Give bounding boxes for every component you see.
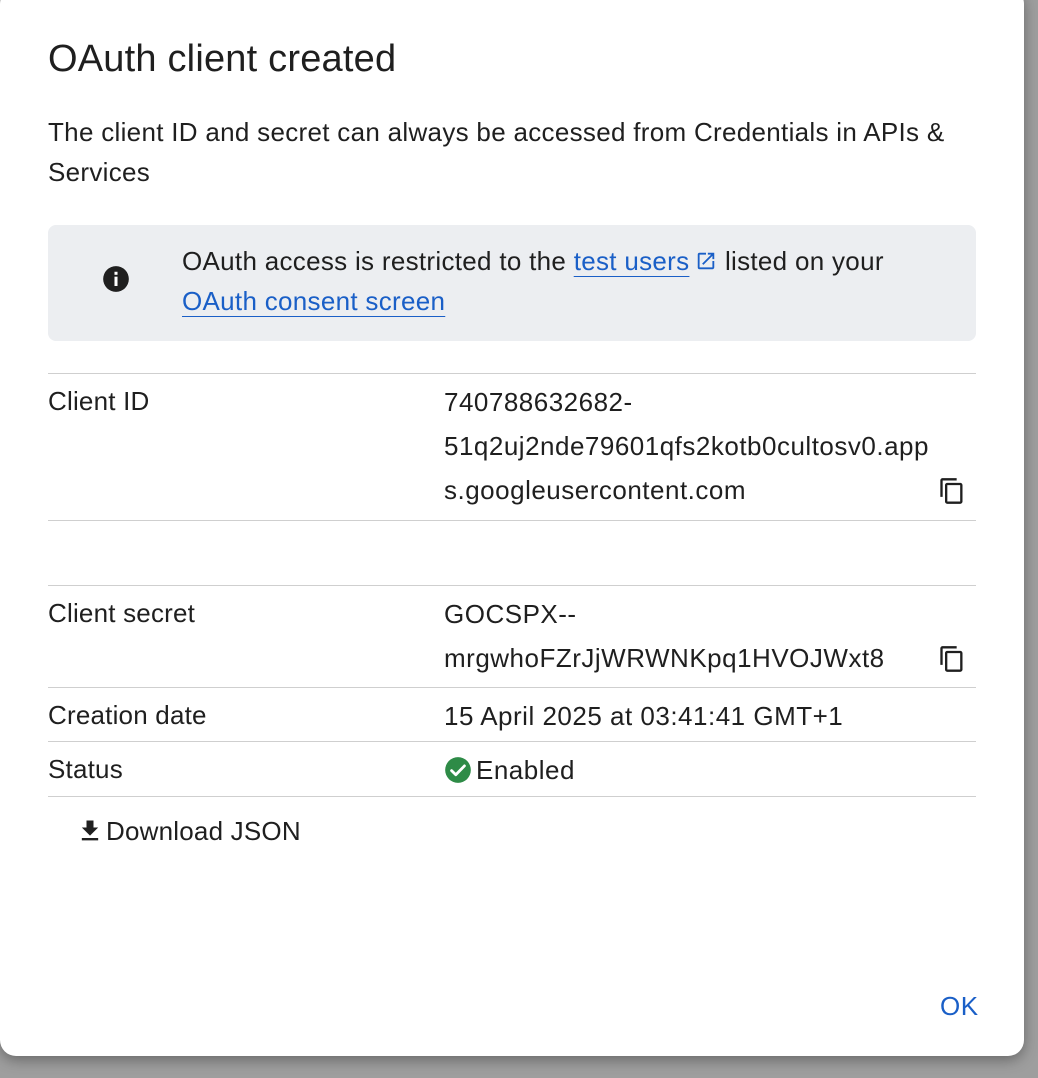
download-json-label: Download JSON [106, 816, 301, 846]
copy-client-id-icon[interactable] [938, 476, 966, 506]
dialog-title: OAuth client created [48, 38, 397, 80]
banner-text-before: OAuth access is restricted to the [182, 246, 574, 276]
client-id-line-1: 740788632682- [444, 387, 633, 417]
creation-date-label: Creation date [48, 700, 207, 730]
client-secret-line-1: GOCSPX-- [444, 599, 577, 629]
external-link-icon[interactable] [695, 250, 717, 272]
client-id-label: Client ID [48, 386, 150, 416]
status-label: Status [48, 754, 123, 784]
client-secret-value[interactable]: GOCSPX-- mrgwhoFZrJjWRWNKpq1HVOJWxt8 [444, 592, 974, 680]
status-row: Status Enabled [48, 741, 976, 797]
creation-date-row: Creation date 15 April 2025 at 03:41:41 … [48, 687, 976, 742]
info-icon [103, 266, 129, 292]
creation-date-value: 15 April 2025 at 03:41:41 GMT+1 [444, 701, 844, 731]
banner-text-middle: listed on your [717, 246, 884, 276]
client-secret-line-2: mrgwhoFZrJjWRWNKpq1HVOJWxt8 [444, 643, 885, 673]
download-json-button[interactable]: Download JSON [76, 816, 301, 847]
download-icon [81, 820, 99, 841]
banner-text: OAuth access is restricted to the test u… [182, 241, 942, 321]
copy-client-secret-icon[interactable] [938, 644, 966, 674]
check-circle-icon [445, 757, 471, 783]
oauth-consent-screen-link[interactable]: OAuth consent screen [182, 286, 445, 316]
client-id-value[interactable]: 740788632682- 51q2uj2nde79601qfs2kotb0cu… [444, 380, 974, 512]
client-secret-label: Client secret [48, 598, 196, 628]
ok-button[interactable]: OK [940, 991, 979, 1022]
info-banner: OAuth access is restricted to the test u… [48, 225, 976, 341]
test-users-link[interactable]: test users [574, 246, 690, 276]
oauth-client-created-dialog: OAuth client created The client ID and s… [0, 0, 1024, 1056]
status-text: Enabled [476, 755, 575, 785]
status-value: Enabled [444, 748, 974, 792]
dialog-subtitle: The client ID and secret can always be a… [48, 117, 945, 187]
client-id-line-3: s.googleusercontent.com [444, 475, 747, 505]
client-id-line-2: 51q2uj2nde79601qfs2kotb0cultosv0.app [444, 431, 929, 461]
client-secret-row: Client secret GOCSPX-- mrgwhoFZrJjWRWNKp… [48, 585, 976, 688]
client-id-row: Client ID 740788632682- 51q2uj2nde79601q… [48, 373, 976, 521]
